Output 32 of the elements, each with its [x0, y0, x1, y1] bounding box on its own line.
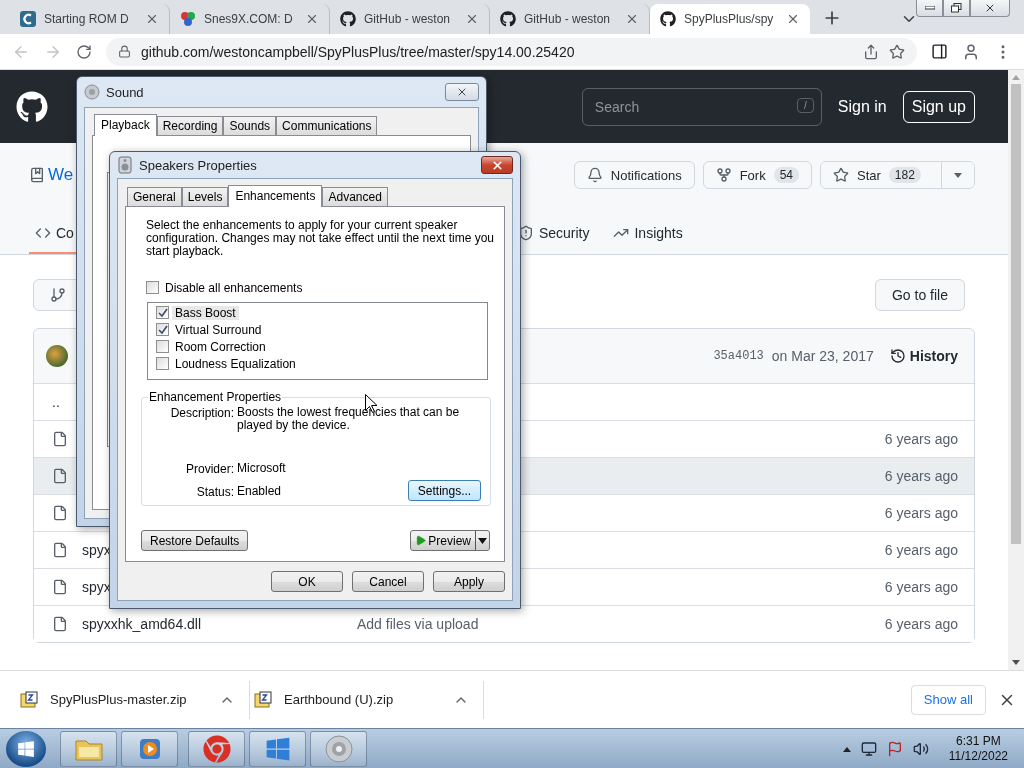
window-title: Speakers Properties: [139, 157, 257, 173]
checkbox-label: Disable all enhancements: [164, 280, 304, 295]
file-age: 6 years ago: [884, 616, 958, 632]
property-value: Boosts the lowest frequencies that can be played by the device.: [237, 406, 461, 432]
clock-date: 11/12/2022: [948, 748, 1008, 764]
window-title: Sound: [106, 84, 144, 100]
file-age: 6 years ago: [884, 431, 958, 447]
commit-date: on Mar 23, 2017: [771, 348, 874, 364]
file-age: 6 years ago: [884, 542, 958, 558]
tab-title: GitHub - weston: [364, 12, 451, 26]
download-name: Earthbound (U).zip: [284, 692, 394, 707]
file-age: 6 years ago: [884, 579, 958, 595]
tab-title: Snes9X.COM: D: [204, 12, 293, 26]
clock-time: 6:31 PM: [956, 733, 1001, 749]
shortcut-key: /: [797, 97, 814, 113]
file-age: 6 years ago: [884, 468, 958, 484]
url-text: github.com/westoncampbell/SpyPlusPlus/tree/master/spy14.00.25420: [141, 43, 575, 60]
property-label: Status:: [195, 485, 234, 499]
file-age: 6 years ago: [884, 505, 958, 521]
property-value: Microsoft: [237, 462, 286, 475]
property-value: Enabled: [237, 485, 282, 498]
download-name: SpyPlusPlus-master.zip: [50, 692, 187, 707]
tab-title: SpyPlusPlus/spy: [684, 12, 774, 26]
fork-count: 54: [773, 167, 799, 183]
intro-text: Select the enhancements to apply for your current speaker configuration. Changes may not take effect until the next time you start playback.: [146, 219, 495, 258]
property-label: Description:: [169, 406, 234, 420]
group-title: Enhancement Properties: [148, 390, 283, 404]
tab-title: GitHub - weston: [524, 12, 611, 26]
tab-title: Starting ROM D: [44, 12, 129, 26]
star-count: 182: [888, 167, 921, 183]
property-label: Provider:: [184, 462, 234, 476]
commit-message: Add files via upload: [357, 616, 480, 632]
